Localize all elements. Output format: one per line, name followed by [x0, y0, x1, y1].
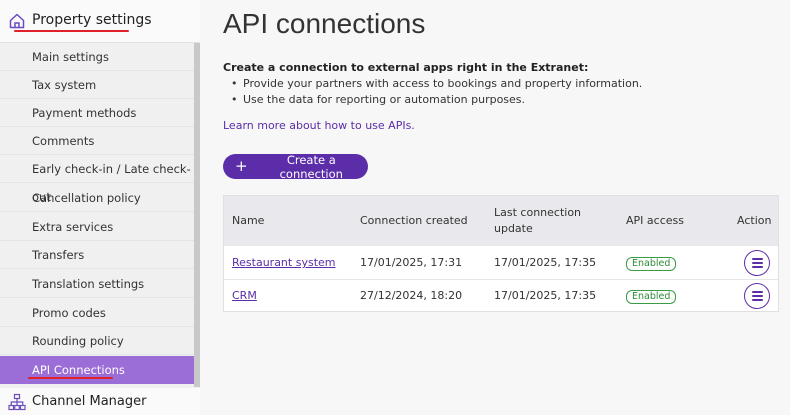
column-header-action: Action [737, 214, 772, 227]
sidebar-item-label: Extra services [32, 220, 114, 234]
sidebar-scrollbar[interactable] [194, 42, 200, 387]
column-header-access: API access [626, 214, 684, 227]
connection-updated: 17/01/2025, 17:35 [494, 256, 597, 269]
status-badge: Enabled [626, 257, 677, 271]
sidebar-item-main-settings[interactable]: Main settings [0, 43, 194, 71]
sidebar-item-label: Rounding policy [32, 334, 124, 348]
bullet-item: Provide your partners with access to boo… [231, 76, 642, 92]
table-row: CRM 27/12/2024, 18:20 17/01/2025, 17:35 … [224, 280, 778, 313]
connection-created: 27/12/2024, 18:20 [360, 289, 463, 302]
menu-icon [751, 258, 763, 260]
intro-text: Create a connection to external apps rig… [223, 61, 589, 74]
sidebar-item-label: Tax system [32, 78, 97, 92]
connection-name-link[interactable]: Restaurant system [232, 256, 336, 269]
sidebar-item-label: Promo codes [32, 306, 106, 320]
menu-icon [751, 291, 763, 293]
sidebar-item-payment-methods[interactable]: Payment methods [0, 99, 194, 127]
annotation-underline [28, 377, 113, 379]
connection-name-link[interactable]: CRM [232, 289, 257, 302]
sidebar-item-label: Transfers [32, 248, 85, 262]
plus-icon: + [235, 157, 248, 175]
create-connection-label: Create a connection [279, 152, 343, 181]
sidebar-footer[interactable]: Channel Manager [0, 388, 200, 415]
table-row: Restaurant system 17/01/2025, 17:31 17/0… [224, 247, 778, 280]
row-menu-button[interactable] [744, 250, 770, 276]
sidebar-header[interactable]: Property settings [0, 0, 200, 43]
page-title: API connections [223, 8, 426, 39]
menu-icon [751, 266, 763, 268]
menu-icon [751, 299, 763, 301]
sidebar-item-label: Cancellation policy [32, 191, 141, 205]
learn-more-link[interactable]: Learn more about how to use APIs. [223, 119, 415, 132]
home-icon [9, 13, 25, 29]
connection-updated: 17/01/2025, 17:35 [494, 289, 597, 302]
table-header: Name Connection created Last connection … [224, 196, 778, 246]
sidebar-item-comments[interactable]: Comments [0, 127, 194, 155]
sidebar-item-tax-system[interactable]: Tax system [0, 71, 194, 99]
menu-icon [751, 295, 763, 297]
sidebar-item-label: API Connections [32, 363, 125, 377]
sidebar-item-label: Main settings [32, 50, 109, 64]
annotation-underline [14, 30, 129, 32]
bullet-item: Use the data for reporting or automation… [231, 92, 642, 108]
column-header-created: Connection created [360, 214, 468, 227]
column-header-updated-line: Last connection [494, 206, 582, 219]
status-badge: Enabled [626, 290, 677, 304]
column-header-updated-line: update [494, 222, 533, 235]
connection-created: 17/01/2025, 17:31 [360, 256, 463, 269]
sidebar-item-translation-settings[interactable]: Translation settings [0, 270, 194, 298]
column-header-name: Name [232, 214, 265, 227]
sidebar-item-early-late-checkout[interactable]: Early check-in / Late check-out [0, 155, 194, 204]
intro-bullets: Provide your partners with access to boo… [231, 76, 642, 108]
sidebar-item-rounding-policy[interactable]: Rounding policy [0, 327, 194, 355]
sidebar-item-label: Payment methods [32, 106, 137, 120]
sitemap-icon [8, 393, 26, 411]
menu-icon [751, 262, 763, 264]
sidebar-item-transfers[interactable]: Transfers [0, 241, 194, 269]
sidebar-header-title: Property settings [32, 12, 152, 28]
connections-table: Name Connection created Last connection … [223, 195, 779, 312]
create-connection-button[interactable]: + Create a connection [223, 152, 368, 181]
column-header-updated: Last connection update [494, 205, 581, 237]
sidebar-item-api-connections[interactable]: API Connections [0, 356, 194, 384]
sidebar-item-label: Comments [32, 134, 95, 148]
sidebar-item-promo-codes[interactable]: Promo codes [0, 299, 194, 327]
sidebar-item-cancellation-policy[interactable]: Cancellation policy [0, 184, 194, 212]
sidebar-item-label: Translation settings [32, 277, 145, 291]
row-menu-button[interactable] [744, 283, 770, 309]
sidebar-item-extra-services[interactable]: Extra services [0, 213, 194, 241]
channel-manager-label: Channel Manager [32, 394, 147, 409]
